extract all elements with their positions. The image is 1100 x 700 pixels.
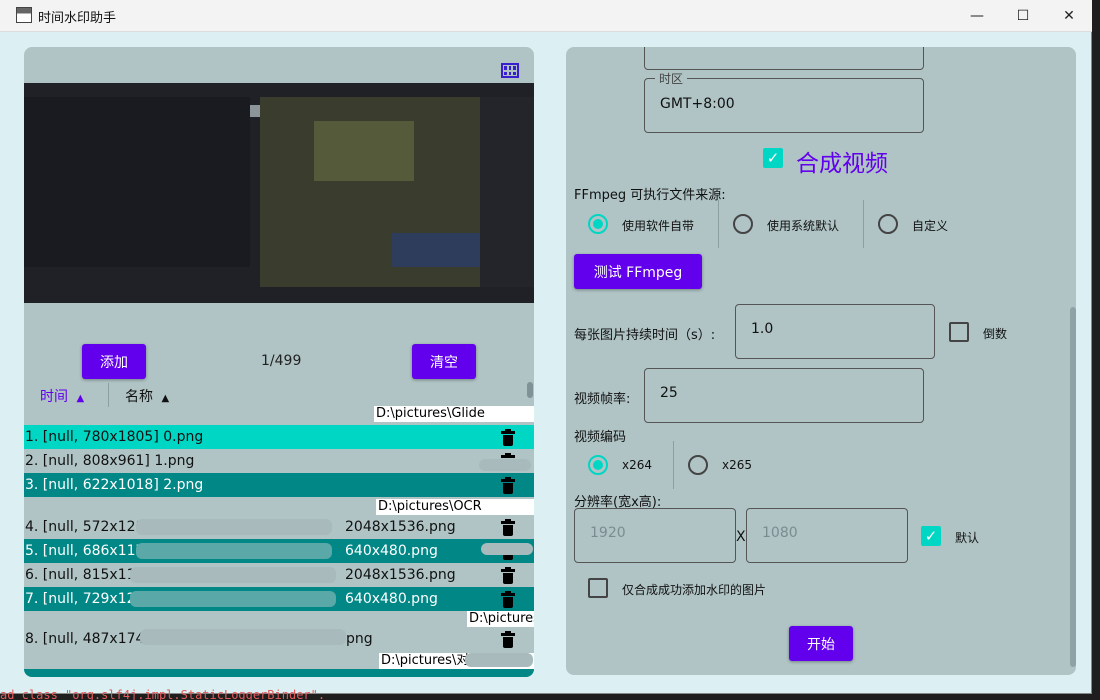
file-list: D:\pictures\Glide 1. [null, 780x1805] 0.…	[24, 403, 534, 677]
radio-divider	[673, 441, 674, 489]
list-item[interactable]: 2. [null, 808x961] 1.png	[24, 449, 534, 473]
ffmpeg-system-label: 使用系统默认	[767, 219, 840, 233]
group-path: D:\pictures	[467, 611, 534, 627]
timezone-value: GMT+8:00	[660, 96, 735, 112]
window-title: 时间水印助手	[38, 11, 117, 26]
fps-value: 25	[660, 385, 678, 401]
countdown-checkbox[interactable]	[949, 322, 969, 342]
delete-icon[interactable]	[501, 519, 515, 536]
redaction-blur	[136, 519, 332, 535]
ffmpeg-custom-radio[interactable]	[878, 214, 898, 234]
width-input[interactable]: 1920	[574, 508, 736, 563]
maximize-button[interactable]: ☐	[1000, 0, 1046, 32]
previous-field[interactable]	[644, 47, 924, 70]
fps-input[interactable]: 25	[644, 368, 924, 423]
default-resolution-checkbox[interactable]: ✓	[921, 526, 941, 546]
codec-x265-label: x265	[722, 458, 753, 472]
console-output: ad class "org.slf4j.impl.StaticLoggerBin…	[0, 688, 326, 700]
title-bar: 时间水印助手 — ☐ ✕	[0, 0, 1092, 32]
timezone-field[interactable]: 时区 GMT+8:00	[644, 70, 924, 133]
redaction-blur	[479, 459, 531, 471]
default-resolution-label: 默认	[955, 531, 980, 545]
compose-video-label: 合成视频	[796, 151, 888, 177]
duration-label: 每张图片持续时间（s）:	[574, 328, 716, 343]
only-success-checkbox[interactable]	[588, 578, 608, 598]
redaction-blur	[140, 629, 346, 645]
delete-icon[interactable]	[501, 477, 515, 494]
list-item[interactable]: 3. [null, 622x1018] 2.png	[24, 473, 534, 497]
countdown-label: 倒数	[983, 327, 1008, 341]
fps-label: 视频帧率:	[574, 392, 631, 407]
start-button[interactable]: 开始	[789, 626, 853, 661]
minimize-button[interactable]: —	[954, 0, 1000, 32]
clear-button[interactable]: 清空	[412, 344, 476, 379]
codec-label: 视频编码	[574, 430, 627, 445]
radio-divider	[863, 200, 864, 248]
group-path: D:\pictures\OCR	[376, 499, 534, 515]
ffmpeg-bundled-radio[interactable]	[588, 214, 608, 234]
ffmpeg-system-radio[interactable]	[733, 214, 753, 234]
codec-x264-label: x264	[622, 458, 653, 472]
height-input[interactable]: 1080	[746, 508, 908, 563]
delete-icon[interactable]	[501, 591, 515, 608]
compose-video-checkbox[interactable]: ✓	[763, 148, 783, 168]
app-icon	[16, 7, 32, 23]
list-item[interactable]: 1. [null, 780x1805] 0.png	[24, 425, 534, 449]
redaction-blur	[136, 543, 332, 559]
delete-icon[interactable]	[501, 567, 515, 584]
ffmpeg-custom-label: 自定义	[912, 219, 949, 233]
height-placeholder: 1080	[762, 525, 798, 541]
settings-scrollbar[interactable]	[1070, 307, 1076, 667]
close-button[interactable]: ✕	[1046, 0, 1092, 32]
timezone-label: 时区	[655, 70, 688, 87]
ffmpeg-source-label: FFmpeg 可执行文件来源:	[574, 188, 726, 203]
redaction-blur	[130, 567, 336, 583]
redaction-blur	[481, 543, 533, 555]
test-ffmpeg-button[interactable]: 测试 FFmpeg	[574, 254, 702, 289]
app-window: 时间水印助手 — ☐ ✕ 添加 1/499 清空 时间 ▲ 名称 ▲ D:\pi	[0, 0, 1092, 694]
resolution-separator: X	[736, 529, 746, 545]
width-placeholder: 1920	[590, 525, 626, 541]
image-counter: 1/499	[261, 353, 302, 369]
list-item[interactable]	[24, 669, 534, 677]
group-path: D:\pictures\Glide	[374, 406, 534, 422]
image-preview	[24, 83, 534, 303]
add-button[interactable]: 添加	[82, 344, 146, 379]
grid-view-icon[interactable]	[501, 63, 519, 78]
radio-divider	[718, 200, 719, 248]
codec-x265-radio[interactable]	[688, 455, 708, 475]
duration-input[interactable]: 1.0	[735, 304, 935, 359]
delete-icon[interactable]	[501, 429, 515, 446]
ffmpeg-bundled-label: 使用软件自带	[622, 219, 695, 233]
list-scrollbar[interactable]	[527, 382, 533, 398]
image-list-panel: 添加 1/499 清空 时间 ▲ 名称 ▲ D:\pictures\Glide …	[24, 47, 534, 677]
only-success-label: 仅合成成功添加水印的图片	[622, 583, 767, 597]
codec-x264-radio[interactable]	[588, 455, 608, 475]
redaction-blur	[130, 591, 336, 607]
duration-value: 1.0	[751, 321, 774, 337]
settings-panel: 时区 GMT+8:00 ✓ 合成视频 FFmpeg 可执行文件来源: 使用软件自…	[566, 47, 1076, 675]
redaction-blur	[465, 653, 533, 667]
delete-icon[interactable]	[501, 631, 515, 648]
